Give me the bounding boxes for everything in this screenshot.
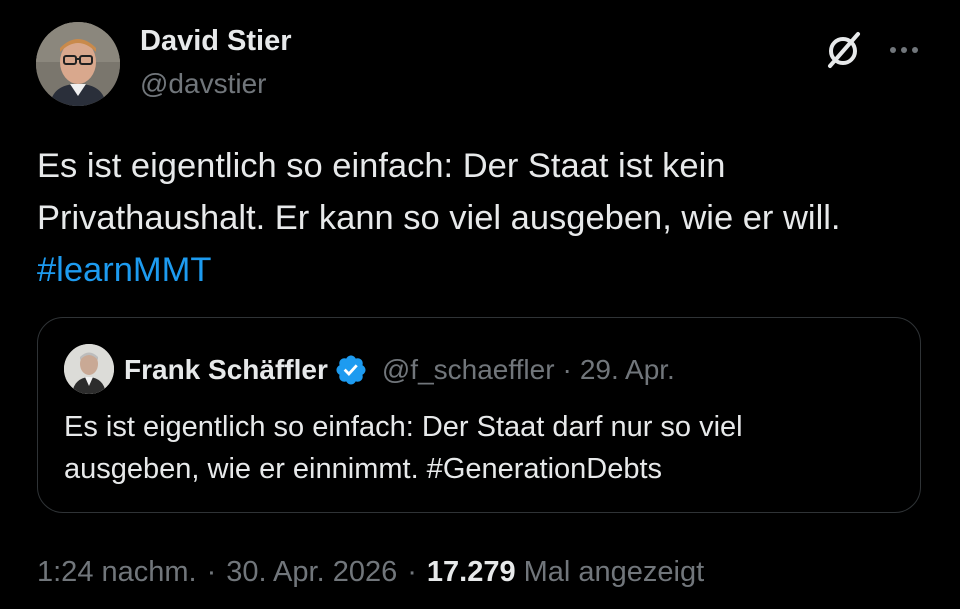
separator-dot: · [206, 555, 217, 588]
quoted-tweet-date[interactable]: 29. Apr. [580, 354, 675, 386]
quoted-text-line: ausgeben, wie er einnimmt. #GenerationDe… [64, 453, 663, 485]
tweet-date[interactable]: 30. Apr. 2026 [226, 556, 397, 589]
quoted-author-avatar[interactable] [64, 344, 114, 394]
quoted-tweet-text: Es ist eigentlich so einfach: Der Staat … [64, 406, 894, 490]
author-name[interactable]: David Stier [140, 25, 292, 58]
author-avatar[interactable] [36, 22, 120, 106]
quoted-author-name[interactable]: Frank Schäffler [124, 354, 328, 386]
author-handle[interactable]: @davstier [140, 68, 266, 100]
quoted-tweet-card[interactable]: Frank Schäffler @f_schaeffler · 29. Apr.… [37, 317, 921, 513]
views-label: Mal angezeigt [523, 555, 705, 588]
quoted-text-line: Es ist eigentlich so einfach: Der Staat … [64, 411, 743, 443]
tweet-text-line: Privathaushalt. Er kann so viel ausgeben… [37, 199, 841, 237]
tweet-time[interactable]: 1:24 nachm. [37, 556, 197, 589]
verified-badge-icon [334, 353, 368, 387]
tweet-header: David Stier @davstier [36, 22, 926, 108]
hashtag-link[interactable]: #learnMMT [37, 244, 917, 296]
quoted-tweet-header: Frank Schäffler @f_schaeffler · 29. Apr. [124, 351, 675, 389]
views-count: 17.279 [426, 555, 516, 588]
tweet-text: Es ist eigentlich so einfach: Der Staat … [37, 140, 917, 296]
separator-dot: · [407, 555, 417, 588]
grok-icon[interactable] [824, 30, 864, 70]
quoted-author-handle[interactable]: @f_schaeffler [382, 354, 555, 386]
tweet-meta: 1:24 nachm. · 30. Apr. 2026 · 17.279 Mal… [37, 552, 704, 592]
separator-dot: · [562, 354, 572, 385]
more-options-icon[interactable] [886, 32, 922, 68]
tweet-text-line: Es ist eigentlich so einfach: Der Staat … [37, 147, 726, 185]
